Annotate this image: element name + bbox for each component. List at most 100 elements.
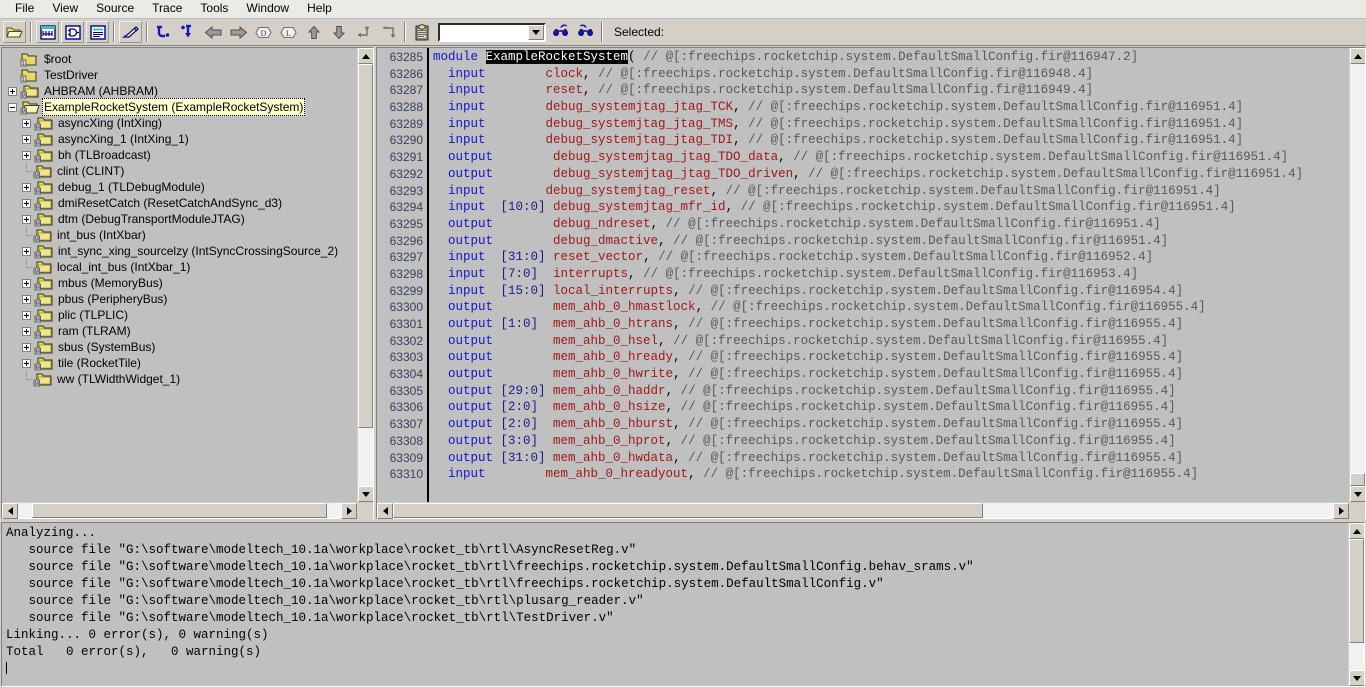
code-line[interactable]: input debug_systemjtag_jtag_TDI, // @[:f… — [433, 132, 1349, 149]
step-into-button[interactable] — [377, 21, 400, 43]
code-line[interactable]: input [10:0] debug_systemjtag_mfr_id, //… — [433, 199, 1349, 216]
tree-item[interactable]: Mww (TLWidthWidget_1) — [6, 371, 357, 387]
tree-scroll-up-button[interactable] — [358, 48, 373, 64]
tree-item[interactable]: Mdebug_1 (TLDebugModule) — [6, 179, 357, 195]
expand-plus-icon[interactable] — [20, 133, 33, 146]
tree-item-label[interactable]: TestDriver — [42, 67, 100, 83]
expand-plus-icon[interactable] — [20, 277, 33, 290]
tree-item-label[interactable]: asyncXing_1 (IntXing_1) — [56, 131, 191, 147]
code-line[interactable]: output [2:0] mem_ahb_0_hburst, // @[:fre… — [433, 416, 1349, 433]
code-line[interactable]: output debug_systemjtag_jtag_TDO_driven,… — [433, 166, 1349, 183]
trace-forward-button[interactable] — [152, 21, 175, 43]
transcript-text[interactable]: Analyzing... source file "G:\software\mo… — [2, 523, 1348, 686]
tree-item-label[interactable]: local_int_bus (IntXbar_1) — [55, 259, 192, 275]
source-vertical-scrollbar[interactable] — [1349, 48, 1365, 502]
expand-plus-icon[interactable] — [20, 309, 33, 322]
tree-item[interactable]: Mmbus (MemoryBus) — [6, 275, 357, 291]
code-line[interactable]: output [2:0] mem_ahb_0_hsize, // @[:free… — [433, 399, 1349, 416]
move-down-button[interactable] — [327, 21, 350, 43]
tree-item-label[interactable]: dtm (DebugTransportModuleJTAG) — [56, 211, 247, 227]
tree-item-label[interactable]: bh (TLBroadcast) — [56, 147, 153, 163]
source-code-text[interactable]: module ExampleRocketSystem( // @[:freech… — [429, 48, 1349, 502]
expand-plus-icon[interactable] — [20, 181, 33, 194]
code-line[interactable]: input debug_systemjtag_jtag_TMS, // @[:f… — [433, 116, 1349, 133]
annotate-button[interactable] — [119, 21, 142, 43]
transcript-vscroll-thumb[interactable] — [1349, 539, 1364, 643]
show-drivers-button[interactable]: D — [252, 21, 275, 43]
trace-backward-button[interactable] — [177, 21, 200, 43]
tree-item-label[interactable]: pbus (PeripheryBus) — [56, 291, 169, 307]
tree-item-label[interactable]: ww (TLWidthWidget_1) — [55, 371, 182, 387]
expand-plus-icon[interactable] — [20, 293, 33, 306]
tree-item[interactable]: M AHBRAM (AHBRAM) — [6, 83, 357, 99]
tree-scroll-left-button[interactable] — [2, 503, 18, 519]
code-line[interactable]: input [31:0] reset_vector, // @[:freechi… — [433, 249, 1349, 266]
transcript-caret-line[interactable] — [6, 661, 1348, 678]
menu-item-help[interactable]: Help — [298, 0, 341, 18]
source-view[interactable]: 63285 63286 63287 63288 63289 63290 63291 63292… — [377, 48, 1349, 502]
tree-item-label[interactable]: int_bus (IntXbar) — [55, 227, 148, 243]
tree-item[interactable]: 1 TestDriver — [6, 67, 357, 83]
tree-item[interactable]: Mbh (TLBroadcast) — [6, 147, 357, 163]
code-line[interactable]: output [1:0] mem_ahb_0_htrans, // @[:fre… — [433, 316, 1349, 333]
menu-item-view[interactable]: View — [43, 0, 87, 18]
tree-item[interactable]: MasyncXing (IntXing) — [6, 115, 357, 131]
design-tree[interactable]: 1 $root 1 TestDriver M AHBRAM (AHBRAM) M Exampl… — [2, 48, 357, 387]
menu-item-source[interactable]: Source — [87, 0, 143, 18]
source-scroll-up-button[interactable] — [1350, 48, 1365, 64]
tree-item[interactable]: M ExampleRocketSystem (ExampleRocketSyste… — [6, 98, 357, 116]
tree-item[interactable]: Msbus (SystemBus) — [6, 339, 357, 355]
schematic-view-button[interactable] — [61, 21, 84, 43]
transcript-scroll-down-button[interactable] — [1349, 670, 1364, 686]
tree-item[interactable]: Mlocal_int_bus (IntXbar_1) — [6, 259, 357, 275]
tree-item-label[interactable]: ram (TLRAM) — [56, 323, 133, 339]
tree-item[interactable]: Mclint (CLINT) — [6, 163, 357, 179]
code-line[interactable]: output [3:0] mem_ahb_0_hprot, // @[:free… — [433, 433, 1349, 450]
find-forward-button[interactable] — [549, 21, 572, 43]
expand-plus-icon[interactable] — [20, 213, 33, 226]
code-line[interactable]: input [7:0] interrupts, // @[:freechips.… — [433, 266, 1349, 283]
menu-item-tools[interactable]: Tools — [191, 0, 237, 18]
tree-vertical-scrollbar[interactable] — [357, 48, 373, 502]
search-input[interactable] — [440, 24, 526, 40]
menu-item-window[interactable]: Window — [237, 0, 298, 18]
source-scroll-down-button[interactable] — [1350, 486, 1365, 502]
source-horizontal-scrollbar[interactable] — [377, 502, 1365, 519]
tree-item-label-selected[interactable]: ExampleRocketSystem (ExampleRocketSystem… — [42, 98, 306, 116]
tree-item-label[interactable]: mbus (MemoryBus) — [56, 275, 165, 291]
move-up-button[interactable] — [302, 21, 325, 43]
collapse-minus-icon[interactable] — [6, 101, 19, 114]
expand-plus-icon[interactable] — [6, 85, 19, 98]
tree-item[interactable]: MasyncXing_1 (IntXing_1) — [6, 131, 357, 147]
source-scroll-right-button[interactable] — [1333, 503, 1349, 519]
source-scroll-left-button[interactable] — [377, 503, 393, 519]
code-line[interactable]: input clock, // @[:freechips.rocketchip.… — [433, 66, 1349, 83]
menu-item-file[interactable]: File — [6, 0, 43, 18]
transcript-vscroll-track[interactable] — [1349, 539, 1364, 670]
menu-item-trace[interactable]: Trace — [143, 0, 191, 18]
tree-scroll-right-button[interactable] — [341, 503, 357, 519]
expand-plus-icon[interactable] — [20, 325, 33, 338]
show-loads-button[interactable]: L — [277, 21, 300, 43]
tree-item[interactable]: Mdtm (DebugTransportModuleJTAG) — [6, 211, 357, 227]
tree-item-label[interactable]: $root — [42, 51, 73, 67]
list-view-button[interactable] — [86, 21, 109, 43]
waveform-view-button[interactable] — [36, 21, 59, 43]
code-line[interactable]: output debug_ndreset, // @[:freechips.ro… — [433, 216, 1349, 233]
tree-item[interactable]: Mint_bus (IntXbar) — [6, 227, 357, 243]
source-hscroll-track[interactable] — [393, 503, 1333, 518]
code-line[interactable]: output [29:0] mem_ahb_0_haddr, // @[:fre… — [433, 383, 1349, 400]
code-line[interactable]: input debug_systemjtag_reset, // @[:free… — [433, 183, 1349, 200]
find-backward-button[interactable] — [574, 21, 597, 43]
expand-plus-icon[interactable] — [20, 149, 33, 162]
forward-button[interactable] — [227, 21, 250, 43]
expand-plus-icon[interactable] — [20, 117, 33, 130]
source-hscroll-thumb[interactable] — [393, 503, 983, 518]
tree-item[interactable]: Mplic (TLPLIC) — [6, 307, 357, 323]
code-line[interactable]: input mem_ahb_0_hreadyout, // @[:freechi… — [433, 466, 1349, 483]
tree-item-label[interactable]: clint (CLINT) — [55, 163, 126, 179]
code-line[interactable]: output [31:0] mem_ahb_0_hwdata, // @[:fr… — [433, 450, 1349, 467]
paste-signal-button[interactable] — [410, 21, 433, 43]
tree-horizontal-scrollbar[interactable] — [2, 502, 373, 519]
tree-vscroll-track[interactable] — [358, 64, 373, 486]
